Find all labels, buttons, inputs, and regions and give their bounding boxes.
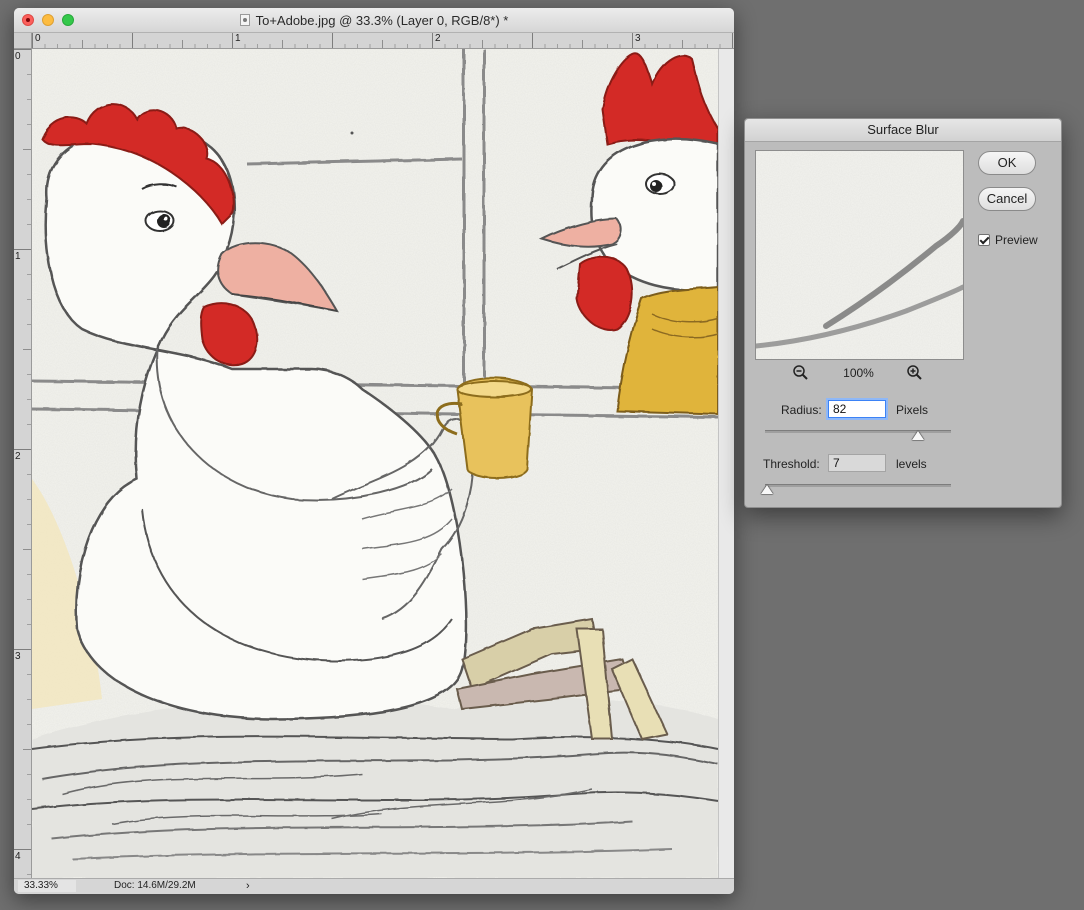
- ruler-h-label: 3: [635, 33, 641, 44]
- vertical-scrollbar[interactable]: [718, 49, 734, 878]
- window-title: To+Adobe.jpg @ 33.3% (Layer 0, RGB/8*) *: [255, 12, 509, 28]
- pencil-speck: [350, 131, 354, 135]
- preview-zoom-percent: 100%: [843, 366, 874, 380]
- ok-button[interactable]: OK: [978, 151, 1036, 175]
- radius-label: Radius:: [781, 403, 822, 417]
- window-title-wrap: To+Adobe.jpg @ 33.3% (Layer 0, RGB/8*) *: [14, 8, 734, 32]
- canvas-area[interactable]: [32, 49, 734, 878]
- vertical-ruler[interactable]: 0 1 2 3 4: [14, 49, 32, 878]
- threshold-unit: levels: [896, 457, 927, 471]
- nest: [32, 698, 718, 878]
- horizontal-ruler[interactable]: 0 1 2 3: [32, 33, 734, 49]
- radius-unit: Pixels: [896, 403, 929, 417]
- status-bar: 33.33% Doc: 14.6M/29.2M ›: [14, 878, 734, 894]
- zoom-in-icon[interactable]: [905, 363, 925, 383]
- preview-label: Preview: [995, 233, 1038, 247]
- threshold-slider[interactable]: [761, 484, 951, 494]
- preview-image[interactable]: [756, 151, 963, 359]
- threshold-input[interactable]: [828, 454, 886, 472]
- threshold-slider-thumb[interactable]: [761, 485, 773, 494]
- status-menu-arrow[interactable]: ›: [246, 880, 250, 892]
- ruler-v-label: 2: [15, 451, 21, 462]
- threshold-label: Threshold:: [763, 457, 820, 471]
- ruler-v-label: 0: [15, 51, 21, 62]
- dialog-title: Surface Blur: [745, 119, 1061, 142]
- preview-checkbox[interactable]: [978, 234, 990, 246]
- filter-preview[interactable]: [755, 150, 964, 360]
- ruler-v-label: 4: [15, 851, 21, 862]
- ruler-v-label: 3: [15, 651, 21, 662]
- radius-input[interactable]: [828, 400, 886, 418]
- artwork-canvas[interactable]: [32, 49, 718, 878]
- document-window: To+Adobe.jpg @ 33.3% (Layer 0, RGB/8*) *…: [14, 8, 734, 894]
- ruler-h-label: 0: [35, 33, 41, 44]
- surface-blur-dialog: Surface Blur 100% OK Cancel Preview Radi…: [744, 118, 1062, 508]
- doc-size-info[interactable]: Doc: 14.6M/29.2M: [114, 880, 196, 892]
- preview-checkbox-row[interactable]: Preview: [978, 232, 1038, 248]
- ruler-h-label: 1: [235, 33, 241, 44]
- cancel-button[interactable]: Cancel: [978, 187, 1036, 211]
- zoom-level-field[interactable]: 33.33%: [18, 880, 76, 892]
- radius-slider-thumb[interactable]: [911, 431, 924, 440]
- radius-slider[interactable]: [765, 430, 951, 440]
- proxy-document-icon[interactable]: [239, 14, 250, 26]
- ruler-h-label: 2: [435, 33, 441, 44]
- ruler-v-label: 1: [15, 251, 21, 262]
- window-titlebar[interactable]: To+Adobe.jpg @ 33.3% (Layer 0, RGB/8*) *: [14, 8, 734, 33]
- ruler-origin[interactable]: [14, 33, 32, 49]
- preview-zoom-row: 100%: [755, 363, 962, 383]
